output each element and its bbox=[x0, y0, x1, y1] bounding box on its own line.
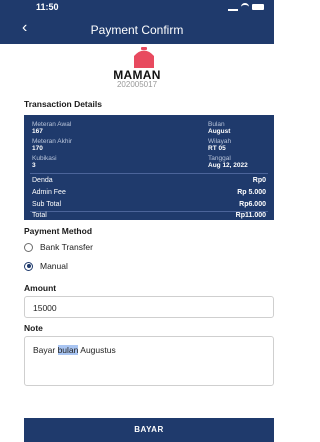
divider bbox=[30, 173, 268, 174]
note-heading: Note bbox=[24, 323, 43, 333]
status-bar: 11:50 bbox=[0, 0, 274, 14]
status-time: 11:50 bbox=[36, 2, 59, 12]
meteran-akhir-label: Meteran Akhir bbox=[32, 138, 73, 145]
signal-icon bbox=[228, 2, 238, 11]
note-text-before: Bayar bbox=[33, 345, 58, 355]
merchant-avatar-icon bbox=[134, 47, 154, 68]
bulan-value: August bbox=[208, 128, 231, 135]
merchant-id: 202005017 bbox=[116, 80, 158, 89]
wilayah-label: Wilayah bbox=[208, 138, 232, 145]
bayar-button[interactable]: BAYAR bbox=[24, 418, 274, 442]
denda-label: Denda bbox=[32, 177, 53, 184]
note-highlighted-word: bulan bbox=[57, 345, 79, 355]
wifi-icon bbox=[241, 2, 249, 11]
kubikasi-label: Kubikasi bbox=[32, 155, 57, 162]
total-divider bbox=[30, 211, 268, 212]
note-textarea[interactable]: Bayar bulan Augustus bbox=[24, 336, 274, 386]
note-text-after: Augustus bbox=[78, 345, 116, 355]
payment-option-manual[interactable]: Manual bbox=[24, 261, 68, 271]
sub-total-value: Rp6.000 bbox=[239, 201, 266, 208]
manual-label: Manual bbox=[40, 261, 68, 271]
kubikasi-value: 3 bbox=[32, 162, 36, 169]
meteran-awal-value: 167 bbox=[32, 128, 43, 135]
transaction-details-heading: Transaction Details bbox=[24, 99, 102, 109]
note-text: Bayar bulan Augustus bbox=[33, 345, 116, 355]
meteran-awal-label: Meteran Awal bbox=[32, 121, 72, 128]
bulan-label: Bulan bbox=[208, 121, 225, 128]
wilayah-value: RT 05 bbox=[208, 145, 226, 152]
tanggal-value: Aug 12, 2022 bbox=[208, 162, 248, 169]
amount-input[interactable]: 15000 bbox=[24, 296, 274, 318]
total-label: Total bbox=[32, 212, 47, 219]
transaction-details-card: Meteran Awal 167 Meteran Akhir 170 Kubik… bbox=[24, 115, 274, 220]
page-title: Payment Confirm bbox=[90, 23, 184, 37]
admin-fee-label: Admin Fee bbox=[32, 189, 66, 196]
nav-bar: ‹ Payment Confirm bbox=[0, 14, 274, 44]
amount-heading: Amount bbox=[24, 283, 57, 293]
battery-icon bbox=[252, 3, 264, 10]
bank-transfer-label: Bank Transfer bbox=[40, 242, 93, 252]
sub-total-label: Sub Total bbox=[32, 201, 62, 208]
total-value: Rp11.000 bbox=[235, 212, 266, 219]
radio-manual-selected[interactable] bbox=[24, 261, 33, 271]
status-icons bbox=[228, 2, 264, 11]
payment-option-bank-transfer[interactable]: Bank Transfer bbox=[24, 242, 93, 252]
meteran-akhir-value: 170 bbox=[32, 145, 43, 152]
admin-fee-value: Rp 5.000 bbox=[237, 189, 266, 196]
tanggal-label: Tanggal bbox=[208, 155, 231, 162]
payment-method-heading: Payment Method bbox=[24, 226, 93, 236]
radio-bank-transfer[interactable] bbox=[24, 242, 33, 252]
amount-value: 15000 bbox=[33, 303, 57, 313]
denda-value: Rp0 bbox=[252, 177, 266, 184]
